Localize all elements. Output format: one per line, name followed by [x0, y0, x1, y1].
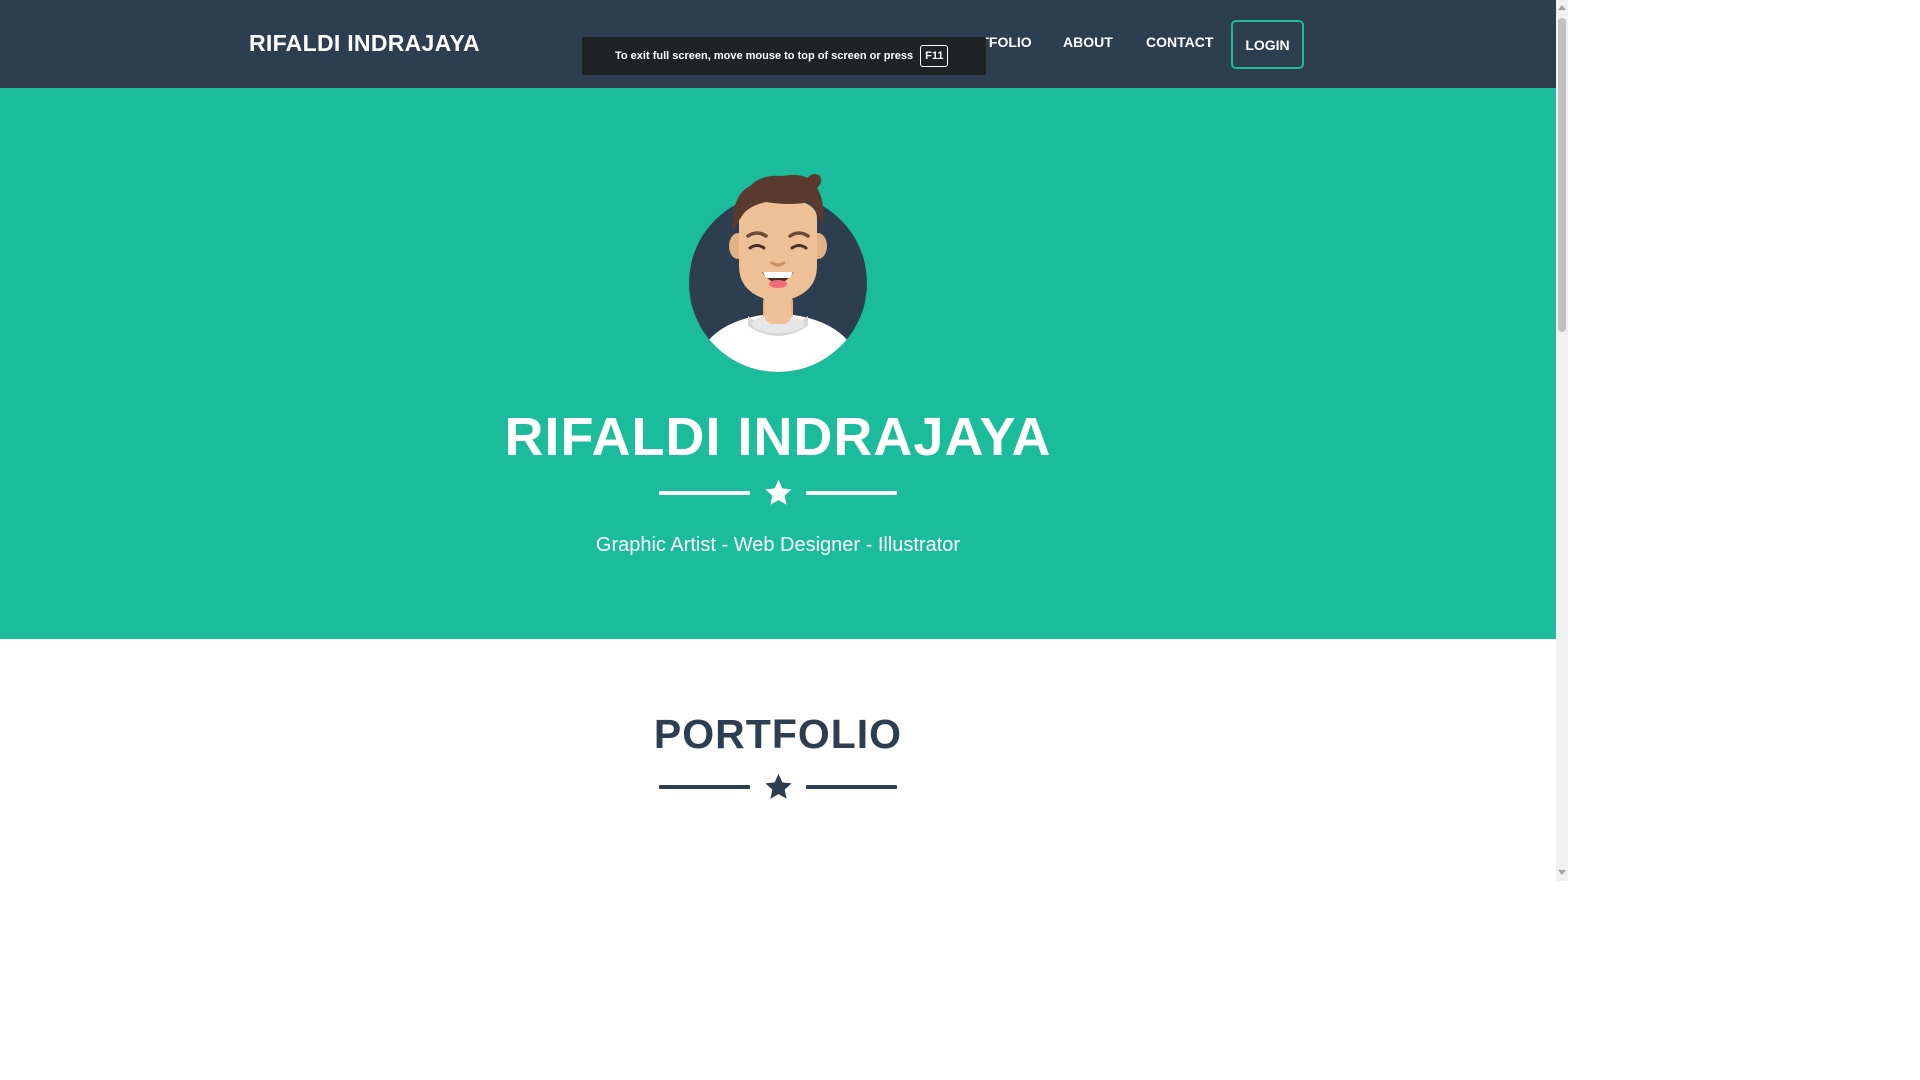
divider-line-left [659, 491, 750, 495]
fullscreen-notice-text: To exit full screen, move mouse to top o… [615, 50, 914, 62]
divider-line-right [806, 785, 897, 789]
brand-link[interactable]: RIFALDI INDRAJAYA [249, 30, 480, 57]
divider-line-left [659, 785, 750, 789]
scroll-down-arrow-icon[interactable] [1558, 870, 1566, 875]
divider-line-right [806, 491, 897, 495]
scrollbar-thumb[interactable] [1558, 18, 1566, 332]
portfolio-heading: PORTFOLIO [653, 711, 903, 757]
login-button[interactable]: LOGIN [1231, 20, 1304, 69]
vertical-scrollbar[interactable] [1556, 0, 1568, 881]
hero-subtitle: Graphic Artist - Web Designer - Illustra… [595, 534, 961, 556]
nav-link-about[interactable]: ABOUT [1063, 34, 1113, 50]
fullscreen-exit-notice: To exit full screen, move mouse to top o… [582, 37, 986, 75]
fullscreen-key-badge: F11 [920, 45, 949, 67]
hero-title: RIFALDI INDRAJAYA [504, 407, 1052, 467]
scroll-up-arrow-icon[interactable] [1558, 5, 1566, 10]
star-icon [765, 773, 792, 799]
hero-star-divider [659, 478, 898, 508]
avatar-icon [689, 174, 867, 372]
nav-link-contact[interactable]: CONTACT [1146, 34, 1213, 50]
portfolio-star-divider [659, 772, 898, 802]
star-icon [765, 479, 792, 505]
hero-section: RIFALDI INDRAJAYA Graphic Artist - Web D… [0, 88, 1556, 639]
